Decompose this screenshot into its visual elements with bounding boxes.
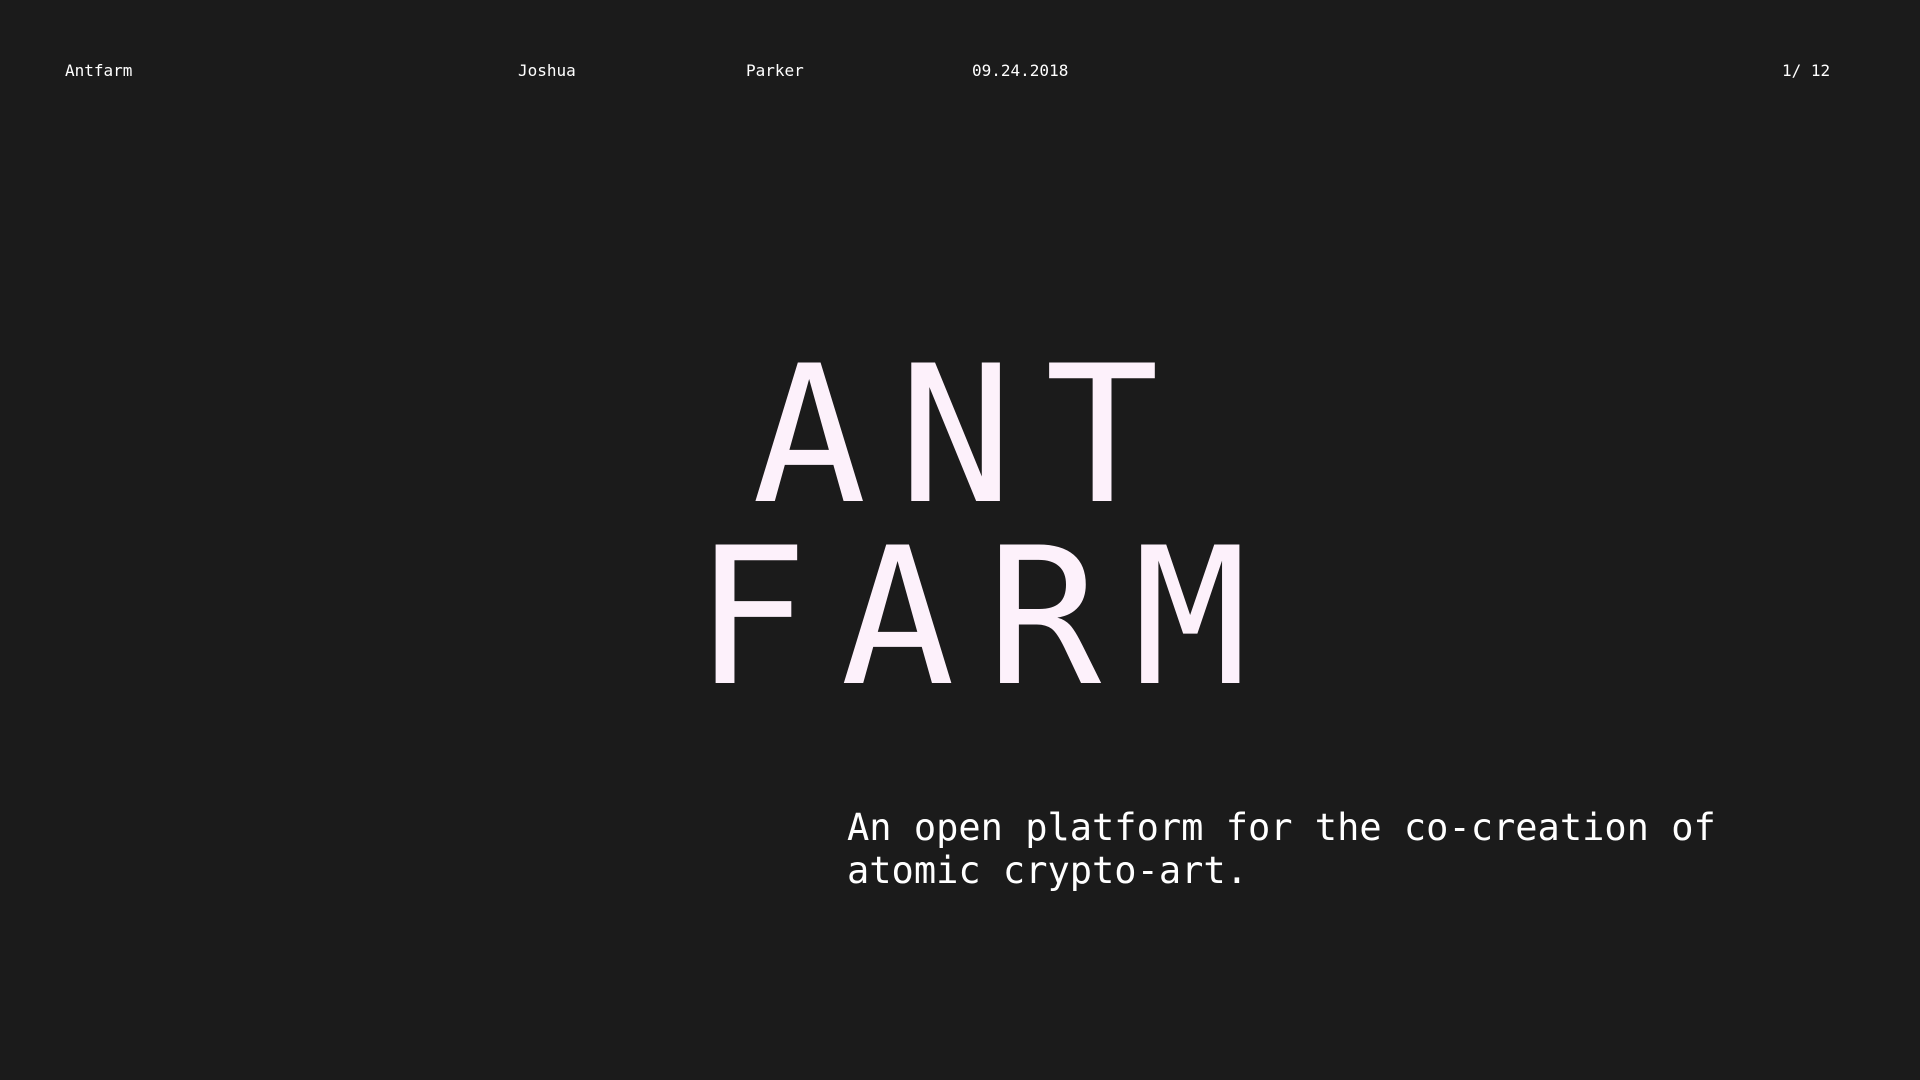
app-name: Antfarm: [65, 61, 133, 80]
hero-title-line-2: FARM: [694, 507, 1280, 728]
hero-title-line-1: ANT: [752, 325, 1192, 546]
slide-page-indicator: 1/ 12: [1782, 61, 1831, 80]
hero-tagline: An open platform for the co-creation of …: [847, 806, 1716, 892]
author-first-name: Joshua: [518, 61, 576, 80]
presentation-date: 09.24.2018: [972, 61, 1069, 80]
author-last-name: Parker: [746, 61, 804, 80]
